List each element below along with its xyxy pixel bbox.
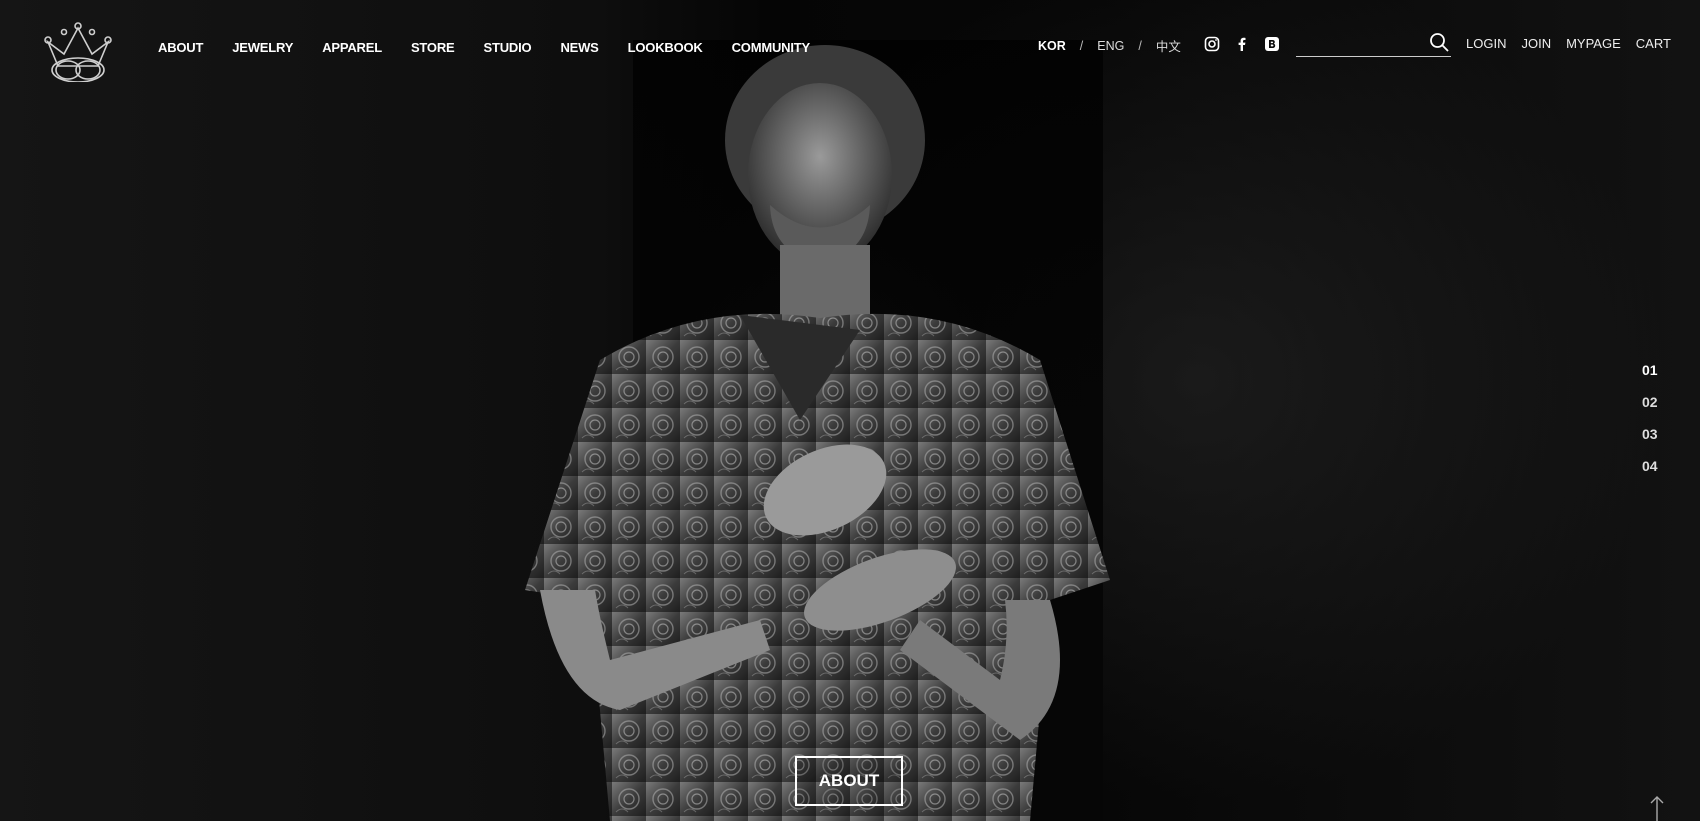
search-icon[interactable] — [1429, 32, 1449, 52]
lang-zh[interactable]: 中文 — [1156, 36, 1181, 55]
nav-item-lookbook[interactable]: LOOKBOOK — [628, 40, 703, 55]
nav-item-studio[interactable]: STUDIO — [484, 40, 532, 55]
pager-item-01[interactable]: 01 — [1642, 362, 1658, 379]
pager-item-03[interactable]: 03 — [1642, 426, 1658, 443]
main-nav: ABOUT JEWELRY APPAREL STORE STUDIO NEWS … — [158, 40, 839, 55]
slide-pager: 01 02 03 04 — [1642, 362, 1658, 490]
nav-item-store[interactable]: STORE — [411, 40, 455, 55]
login-link[interactable]: LOGIN — [1466, 36, 1506, 51]
pager-item-02[interactable]: 02 — [1642, 394, 1658, 411]
hero-photo-model — [525, 45, 1110, 821]
lang-kor[interactable]: KOR — [1038, 39, 1066, 53]
pager-item-04[interactable]: 04 — [1642, 458, 1658, 475]
site-header: ABOUT JEWELRY APPAREL STORE STUDIO NEWS … — [0, 0, 1700, 90]
nav-item-apparel[interactable]: APPAREL — [322, 40, 382, 55]
language-switcher: KOR / ENG / 中文 — [1038, 36, 1195, 55]
instagram-icon[interactable] — [1204, 36, 1220, 52]
nav-item-community[interactable]: COMMUNITY — [732, 40, 811, 55]
social-links — [1204, 36, 1280, 52]
search-input[interactable] — [1296, 32, 1428, 54]
nav-item-about[interactable]: ABOUT — [158, 40, 203, 55]
lang-separator: / — [1079, 38, 1084, 53]
hero-slide — [0, 0, 1700, 821]
lang-eng[interactable]: ENG — [1097, 39, 1124, 53]
cart-link[interactable]: CART — [1636, 36, 1671, 51]
search-box — [1296, 30, 1451, 57]
blog-icon[interactable] — [1264, 36, 1280, 52]
scroll-top-arrow-icon[interactable] — [1648, 795, 1666, 821]
mypage-link[interactable]: MYPAGE — [1566, 36, 1621, 51]
lang-separator: / — [1138, 38, 1142, 53]
crown-logo-icon[interactable] — [42, 20, 114, 83]
about-button[interactable]: ABOUT — [795, 756, 903, 806]
nav-item-jewelry[interactable]: JEWELRY — [232, 40, 293, 55]
nav-item-news[interactable]: NEWS — [560, 40, 598, 55]
facebook-icon[interactable] — [1234, 36, 1250, 52]
utility-menu: LOGIN JOIN MYPAGE CART — [1466, 36, 1686, 51]
join-link[interactable]: JOIN — [1521, 36, 1551, 51]
